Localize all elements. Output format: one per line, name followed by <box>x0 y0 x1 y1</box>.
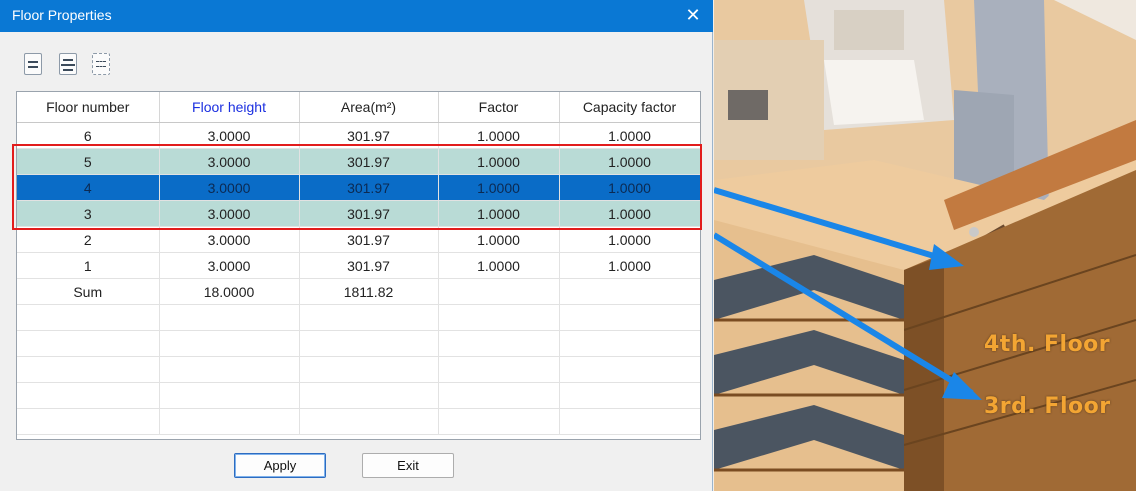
exit-button[interactable]: Exit <box>362 453 454 478</box>
cell-height[interactable]: 3.0000 <box>159 252 300 279</box>
cell-floor[interactable]: 5 <box>17 148 160 175</box>
sum-capacity <box>559 278 700 305</box>
cell-floor[interactable]: 6 <box>17 122 160 149</box>
empty-row <box>17 330 700 357</box>
empty-row <box>17 356 700 383</box>
sum-factor <box>438 278 560 305</box>
cell-capacity[interactable]: 1.0000 <box>559 200 700 227</box>
table-row[interactable]: 1 3.0000 301.97 1.0000 1.0000 <box>17 252 700 279</box>
cell-floor[interactable]: 2 <box>17 226 160 253</box>
cell-factor[interactable]: 1.0000 <box>438 200 560 227</box>
cell-factor[interactable]: 1.0000 <box>438 148 560 175</box>
cell-height[interactable]: 3.0000 <box>159 148 300 175</box>
table-header: Floor number Floor height Area(m²) Facto… <box>17 92 700 123</box>
empty-row <box>17 408 700 435</box>
sum-label: Sum <box>17 278 160 305</box>
cell-area[interactable]: 301.97 <box>299 252 439 279</box>
building-render: 4th. Floor 3rd. Floor <box>714 0 1136 491</box>
cell-area[interactable]: 301.97 <box>299 122 439 149</box>
sum-height: 18.0000 <box>159 278 300 305</box>
title-bar[interactable]: Floor Properties ✕ <box>0 0 713 32</box>
cell-area[interactable]: 301.97 <box>299 174 439 201</box>
cell-factor[interactable]: 1.0000 <box>438 252 560 279</box>
insert-floor-icon[interactable] <box>24 53 42 75</box>
cell-height[interactable]: 3.0000 <box>159 226 300 253</box>
table-row[interactable]: 6 3.0000 301.97 1.0000 1.0000 <box>17 122 700 149</box>
cell-capacity[interactable]: 1.0000 <box>559 226 700 253</box>
sum-area: 1811.82 <box>299 278 439 305</box>
floor-properties-dialog: Floor Properties ✕ Floor number Floor he… <box>0 0 713 491</box>
cell-floor[interactable]: 4 <box>17 174 160 201</box>
cell-factor[interactable]: 1.0000 <box>438 122 560 149</box>
empty-row <box>17 382 700 409</box>
column-capacity-factor[interactable]: Capacity factor <box>559 92 700 123</box>
cell-floor[interactable]: 1 <box>17 252 160 279</box>
cell-height[interactable]: 3.0000 <box>159 200 300 227</box>
cell-capacity[interactable]: 1.0000 <box>559 174 700 201</box>
cell-capacity[interactable]: 1.0000 <box>559 148 700 175</box>
empty-row <box>17 304 700 331</box>
column-area[interactable]: Area(m²) <box>299 92 439 123</box>
sum-row: Sum 18.0000 1811.82 <box>17 278 700 305</box>
label-3rd-floor: 3rd. Floor <box>984 394 1111 419</box>
cell-height[interactable]: 3.0000 <box>159 174 300 201</box>
column-factor[interactable]: Factor <box>438 92 560 123</box>
cell-capacity[interactable]: 1.0000 <box>559 252 700 279</box>
column-floor-number[interactable]: Floor number <box>17 92 160 123</box>
cell-floor[interactable]: 3 <box>17 200 160 227</box>
cell-area[interactable]: 301.97 <box>299 200 439 227</box>
cell-factor[interactable]: 1.0000 <box>438 174 560 201</box>
split-floor-icon[interactable] <box>59 53 77 75</box>
close-icon[interactable]: ✕ <box>683 5 703 25</box>
cell-area[interactable]: 301.97 <box>299 226 439 253</box>
cell-area[interactable]: 301.97 <box>299 148 439 175</box>
table-row[interactable]: 2 3.0000 301.97 1.0000 1.0000 <box>17 226 700 253</box>
column-floor-height[interactable]: Floor height <box>159 92 300 123</box>
table-row[interactable]: 5 3.0000 301.97 1.0000 1.0000 <box>17 148 700 175</box>
apply-button[interactable]: Apply <box>234 453 326 478</box>
table-row[interactable]: 3 3.0000 301.97 1.0000 1.0000 <box>17 200 700 227</box>
select-floor-icon[interactable] <box>92 53 110 75</box>
dialog-title: Floor Properties <box>12 7 112 23</box>
cell-factor[interactable]: 1.0000 <box>438 226 560 253</box>
label-4th-floor: 4th. Floor <box>984 332 1111 357</box>
cell-height[interactable]: 3.0000 <box>159 122 300 149</box>
table-row-selected[interactable]: 4 3.0000 301.97 1.0000 1.0000 <box>17 174 700 201</box>
floor-table[interactable]: Floor number Floor height Area(m²) Facto… <box>16 91 701 440</box>
cell-capacity[interactable]: 1.0000 <box>559 122 700 149</box>
